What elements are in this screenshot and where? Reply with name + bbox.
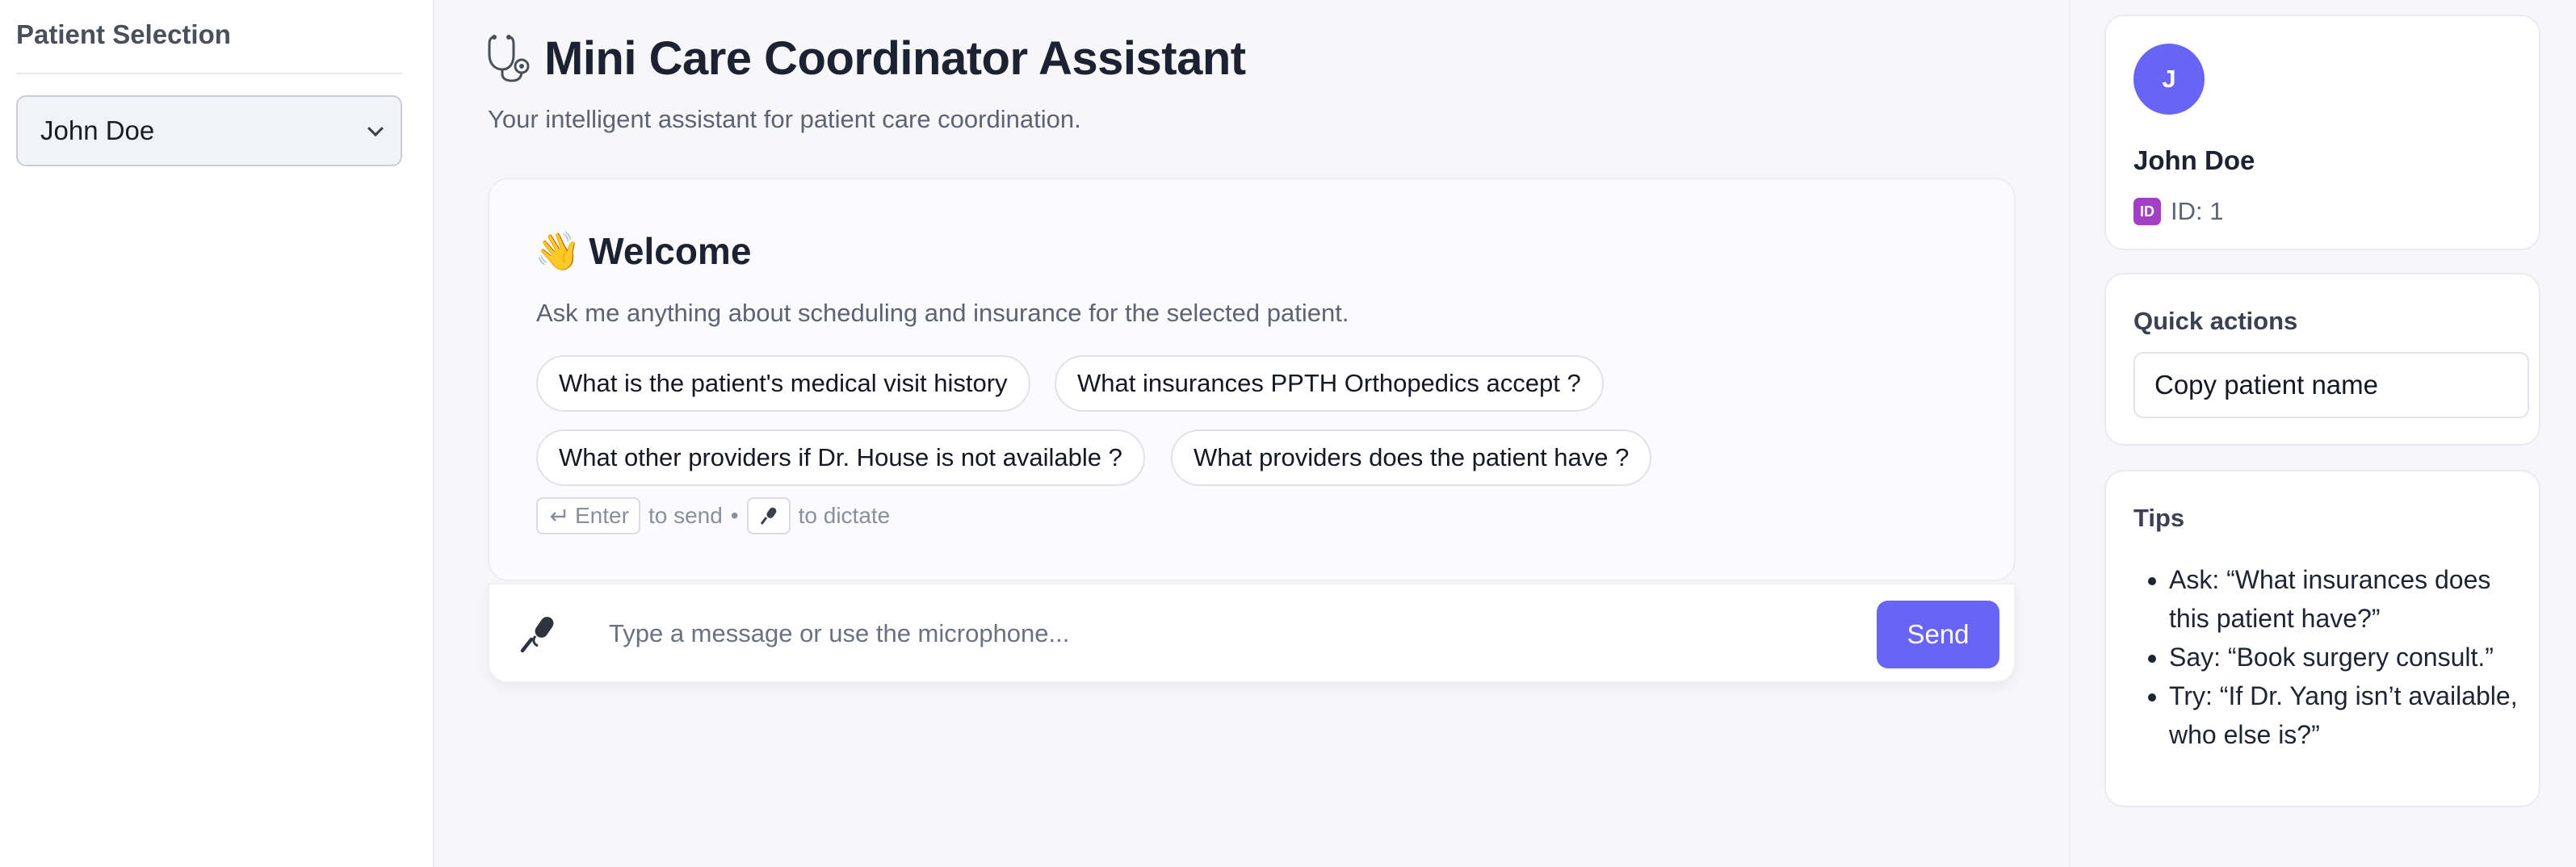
quick-actions-card: Quick actions Copy patient name	[2104, 273, 2540, 446]
id-icon: ID	[2133, 198, 2161, 225]
quick-actions-title: Quick actions	[2133, 307, 2298, 335]
tips-title: Tips	[2133, 504, 2185, 532]
copy-patient-name-button[interactable]: Copy patient name	[2133, 352, 2529, 418]
waving-hand-icon: 👋	[535, 230, 581, 272]
main-area: Mini Care Coordinator Assistant Your int…	[436, 0, 2069, 867]
message-input[interactable]	[609, 605, 1844, 662]
tips-card: Tips Ask: “What insurances does this pat…	[2104, 470, 2540, 807]
app: Patient Selection John Doe Mini Care Coo…	[0, 0, 2576, 867]
sidebar-divider	[16, 73, 402, 74]
enter-key-label: Enter	[575, 503, 629, 528]
welcome-heading: 👋 Welcome	[535, 229, 751, 273]
suggestion-chip[interactable]: What is the patient's medical visit hist…	[536, 355, 1030, 412]
hint-dictate-text: to dictate	[798, 503, 891, 528]
tip-item: Ask: “What insurances does this patient …	[2169, 560, 2518, 638]
suggestion-chip[interactable]: What other providers if Dr. House is not…	[536, 429, 1145, 486]
hint-separator: •	[730, 503, 739, 528]
patient-id-text: ID: 1	[2171, 197, 2224, 225]
keyboard-hint: Enter to send • to dictate	[536, 497, 890, 534]
stethoscope-icon	[488, 35, 530, 82]
patient-select[interactable]: John Doe	[16, 95, 402, 166]
patient-select-value: John Doe	[40, 115, 155, 145]
suggestion-chip[interactable]: What insurances PPTH Orthopedics accept …	[1055, 355, 1604, 412]
tips-list: Ask: “What insurances does this patient …	[2169, 560, 2518, 754]
patient-profile-card: J John Doe ID ID: 1	[2104, 15, 2540, 250]
microphone-icon	[760, 507, 776, 525]
welcome-card: 👋 Welcome Ask me anything about scheduli…	[488, 178, 2016, 581]
sidebar: Patient Selection John Doe	[0, 0, 434, 867]
chevron-down-icon	[367, 120, 384, 137]
microphone-button[interactable]	[514, 609, 564, 659]
mic-key-badge	[746, 497, 791, 534]
right-panel: J John Doe ID ID: 1 Quick actions Copy p…	[2069, 0, 2576, 867]
welcome-text: Ask me anything about scheduling and ins…	[536, 299, 1349, 327]
send-button[interactable]: Send	[1877, 601, 1999, 668]
page-title: Mini Care Coordinator Assistant	[544, 31, 1246, 85]
microphone-icon	[520, 617, 554, 653]
avatar: J	[2133, 44, 2205, 115]
hint-send-text: to send	[648, 503, 723, 528]
welcome-title: Welcome	[589, 230, 752, 272]
tip-item: Try: “If Dr. Yang isn’t available, who e…	[2169, 676, 2518, 754]
sidebar-title: Patient Selection	[16, 19, 231, 49]
page-subtitle: Your intelligent assistant for patient c…	[488, 105, 1081, 133]
message-composer: Send	[488, 583, 2016, 683]
enter-key-icon	[550, 509, 566, 521]
patient-name: John Doe	[2133, 145, 2255, 175]
suggestion-chip[interactable]: What providers does the patient have ?	[1171, 429, 1652, 486]
enter-key-badge: Enter	[536, 497, 640, 534]
tip-item: Say: “Book surgery consult.”	[2169, 638, 2518, 676]
page-header: Mini Care Coordinator Assistant	[486, 29, 1246, 87]
patient-id: ID ID: 1	[2133, 197, 2223, 226]
